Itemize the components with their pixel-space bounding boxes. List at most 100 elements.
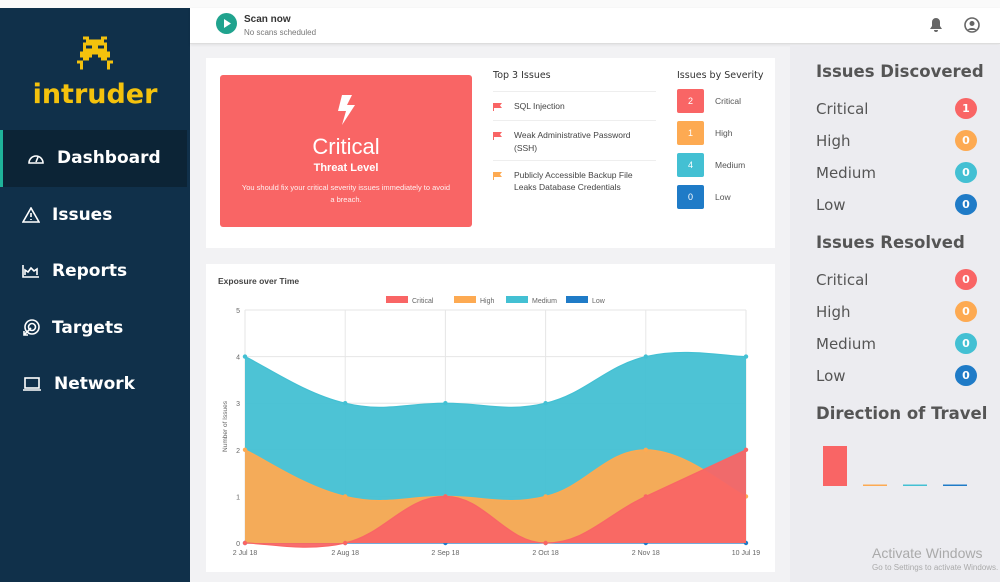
data-point-critical xyxy=(543,540,548,546)
severity-label: High xyxy=(715,128,733,138)
top-issue-text: SQL Injection xyxy=(514,101,565,111)
brand-name: intruder xyxy=(32,79,158,110)
discovered-label: Critical xyxy=(816,99,869,118)
legend-label: Medium xyxy=(532,298,557,305)
sidebar-item-dashboard[interactable]: Dashboard xyxy=(0,130,187,187)
top-issue-text: Publicly Accessible Backup File Leaks Da… xyxy=(514,169,633,193)
data-point-medium xyxy=(242,354,248,359)
exposure-chart-card: Exposure over Time 0123452 Jul 18 2 Aug 1… xyxy=(206,264,775,572)
logo[interactable]: intruder xyxy=(0,36,190,110)
data-point-medium xyxy=(443,401,448,406)
data-point-critical xyxy=(743,447,749,452)
issues-by-severity: Issues by Severity 2 Critical 1 High 4 Medium… xyxy=(677,70,772,209)
severity-count: 1 xyxy=(677,121,704,145)
threat-level-panel: Critical Threat Level You should fix you… xyxy=(220,75,472,227)
discovered-row[interactable]: Critical 1 xyxy=(816,98,977,119)
resolved-row[interactable]: Critical 0 xyxy=(816,269,977,290)
discovered-row[interactable]: Medium 0 xyxy=(816,162,977,183)
lightning-icon xyxy=(338,95,355,125)
bell-icon[interactable] xyxy=(929,17,943,33)
y-tick-label: 0 xyxy=(236,541,240,548)
y-tick-label: 2 xyxy=(236,448,240,455)
flag-icon xyxy=(493,132,502,141)
header: Scan now No scans scheduled xyxy=(190,8,1000,44)
data-point-high xyxy=(242,447,248,452)
target-icon xyxy=(23,318,40,336)
x-tick-label: 2 Jul 18 xyxy=(233,550,258,557)
play-icon xyxy=(223,19,231,28)
discovered-label: Medium xyxy=(816,163,876,182)
legend-label: High xyxy=(480,298,495,305)
top-issues: Top 3 Issues SQL Injection Weak Administr… xyxy=(493,70,656,200)
severity-row[interactable]: 1 High xyxy=(677,121,772,145)
discovered-count: 0 xyxy=(955,130,977,151)
flag-icon xyxy=(493,103,502,111)
severity-label: Medium xyxy=(715,160,746,170)
direction-of-travel-title: Direction of Travel xyxy=(816,404,988,423)
x-tick-label: 2 Oct 18 xyxy=(532,550,559,557)
resolved-row[interactable]: High 0 xyxy=(816,301,977,322)
data-point-medium xyxy=(343,401,348,406)
sidebar-item-reports[interactable]: Reports xyxy=(0,243,190,300)
y-tick-label: 4 xyxy=(236,355,240,362)
sidebar-item-issues[interactable]: Issues xyxy=(0,187,190,244)
legend-swatch-critical xyxy=(386,296,408,303)
threat-summary-card: Critical Threat Level You should fix you… xyxy=(206,58,775,248)
severity-row[interactable]: 2 Critical xyxy=(677,89,772,113)
issues-resolved-title: Issues Resolved xyxy=(816,233,965,252)
top-issue-item[interactable]: Weak Administrative Password (SSH) xyxy=(493,120,656,160)
top-issue-item[interactable]: SQL Injection xyxy=(493,91,656,120)
severity-row[interactable]: 4 Medium xyxy=(677,153,772,177)
discovered-row[interactable]: Low 0 xyxy=(816,194,977,215)
resolved-count: 0 xyxy=(955,301,977,322)
resolved-label: Medium xyxy=(816,334,876,353)
data-point-critical xyxy=(643,494,648,499)
resolved-count: 0 xyxy=(955,365,977,386)
top-issue-item[interactable]: Publicly Accessible Backup File Leaks Da… xyxy=(493,159,656,200)
top-issues-title: Top 3 Issues xyxy=(493,70,551,81)
sidebar-item-targets[interactable]: Targets xyxy=(0,300,190,357)
laptop-icon xyxy=(23,377,41,392)
resolved-count: 0 xyxy=(955,269,977,290)
resolved-row[interactable]: Medium 0 xyxy=(816,333,977,354)
severity-title: Issues by Severity xyxy=(677,70,764,81)
data-point-critical xyxy=(443,494,448,499)
sidebar-item-label: Issues xyxy=(52,204,113,225)
data-point-medium xyxy=(743,354,749,359)
discovered-row[interactable]: High 0 xyxy=(816,130,977,151)
sidebar-item-label: Reports xyxy=(52,261,128,282)
travel-bar-critical xyxy=(823,446,847,486)
sidebar-item-network[interactable]: Network xyxy=(0,356,190,413)
flag-icon xyxy=(493,171,502,180)
severity-row[interactable]: 0 Low xyxy=(677,185,772,209)
watermark-line2: Go to Settings to activate Windows. xyxy=(872,563,999,572)
sidebar-item-label: Network xyxy=(54,374,135,395)
x-tick-label: 10 Jul 19 xyxy=(732,550,761,557)
watermark-line1: Activate Windows xyxy=(872,545,983,561)
sidebar: intruder Dashboard Issues Reports Target… xyxy=(0,8,190,582)
resolved-row[interactable]: Low 0 xyxy=(816,365,977,386)
severity-count: 4 xyxy=(677,153,704,177)
scan-now-label[interactable]: Scan now xyxy=(244,14,291,25)
user-icon[interactable] xyxy=(964,17,980,33)
data-point-medium xyxy=(643,354,648,359)
exposure-chart: 0 1 2 3 4 5 2 Jul 18 2 Aug 18 2 Sep 18 2 Oct 18 2 … xyxy=(222,296,761,557)
data-point-medium xyxy=(543,401,548,406)
scan-now-button[interactable] xyxy=(216,13,237,34)
discovered-count: 0 xyxy=(955,194,977,215)
discovered-label: Low xyxy=(816,195,846,214)
scan-status: No scans scheduled xyxy=(244,28,317,37)
y-tick-label: 3 xyxy=(236,401,240,408)
threat-level: Critical xyxy=(312,134,380,159)
data-point-critical xyxy=(242,540,248,546)
x-tick-label: 2 Aug 18 xyxy=(331,550,359,557)
legend-label: Critical xyxy=(412,298,434,305)
data-point-critical xyxy=(343,540,348,546)
area-chart-icon xyxy=(22,265,39,279)
severity-label: Low xyxy=(715,192,731,202)
severity-label: Critical xyxy=(715,96,741,106)
severity-count: 0 xyxy=(677,185,704,209)
right-panel: Issues Discovered Critical 1 High 0 Medium 0 L… xyxy=(790,45,1000,582)
data-point-high xyxy=(543,494,548,499)
threat-level-label: Threat Level xyxy=(313,162,379,174)
